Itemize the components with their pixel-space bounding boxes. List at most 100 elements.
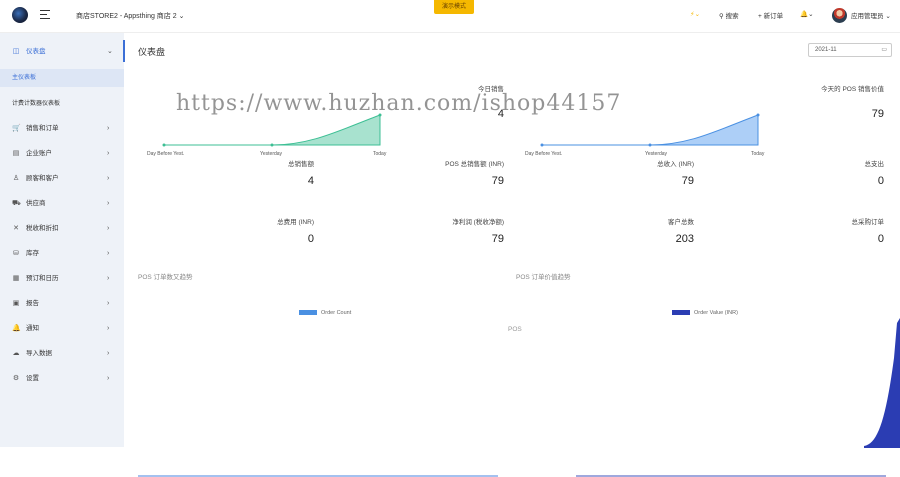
percent-icon: ✕ bbox=[13, 225, 19, 232]
sidebar-item-suppliers[interactable]: ⛟ 供应商 › bbox=[0, 194, 124, 214]
chevron-right-icon: › bbox=[107, 125, 110, 132]
avatar[interactable] bbox=[832, 8, 847, 23]
sidebar-item-customers[interactable]: ♙ 顾客和客户 › bbox=[0, 169, 124, 189]
kpi-label: 总销售额 bbox=[288, 161, 314, 168]
kpi-value: 0 bbox=[877, 175, 884, 187]
lightning-icon[interactable]: ⚡⌄ bbox=[690, 10, 700, 18]
user-menu[interactable]: 应用管理员 ⌄ bbox=[851, 10, 891, 20]
legend-order-value[interactable]: Order Value (INR) bbox=[672, 310, 738, 316]
sidebar-item-label: 预订和日历 bbox=[26, 275, 59, 282]
sidebar-item-accounts[interactable]: ▤ 企业账户 › bbox=[0, 144, 124, 164]
sidebar-sub-billing-dashboard[interactable]: 计费计数器仪表板 bbox=[0, 95, 124, 113]
kpi-label: 总费用 (INR) bbox=[277, 219, 314, 226]
sidebar-item-label: 报告 bbox=[26, 300, 39, 307]
legend-swatch bbox=[672, 310, 690, 316]
sidebar-item-label: 仪表盘 bbox=[26, 48, 46, 55]
x-tick-label: Day Before Yest. bbox=[525, 151, 562, 157]
sparkline-point bbox=[162, 143, 166, 147]
search-icon: ⚲ bbox=[719, 13, 724, 20]
pos-label: POS bbox=[508, 326, 522, 333]
sidebar-item-inventory[interactable]: ⛁ 库存 › bbox=[0, 244, 124, 264]
order-value-area-chart bbox=[864, 318, 900, 448]
kpi-value: 79 bbox=[681, 175, 694, 187]
watermark-text: https://www.huzhan.com/ishop44157 bbox=[176, 91, 622, 116]
sidebar-item-settings[interactable]: ⚙ 设置 › bbox=[0, 369, 124, 389]
search-button[interactable]: ⚲ 搜索 bbox=[719, 10, 739, 20]
store-name: 商店STORE2 - Appsthing 商店 2 bbox=[76, 13, 177, 20]
kpi-value: 4 bbox=[307, 175, 314, 187]
sidebar-item-label: 通知 bbox=[26, 325, 39, 332]
page-title: 仪表盘 bbox=[138, 47, 166, 57]
sidebar-item-label: 企业账户 bbox=[26, 150, 52, 157]
chevron-right-icon: › bbox=[107, 250, 110, 257]
kpi-label: POS 总销售额 (INR) bbox=[445, 161, 504, 168]
sidebar-item-label: 设置 bbox=[26, 375, 39, 382]
sparkline-point bbox=[648, 143, 652, 147]
sparkline-area bbox=[542, 114, 759, 146]
x-tick-label: Day Before Yest. bbox=[147, 151, 184, 157]
chevron-down-icon: ⌄ bbox=[885, 13, 891, 20]
kpi-value: 79 bbox=[491, 233, 504, 245]
cloud-upload-icon: ☁ bbox=[12, 350, 20, 357]
report-icon: ▣ bbox=[12, 300, 20, 307]
app-logo[interactable] bbox=[12, 7, 28, 23]
date-value: 2021-11 bbox=[815, 47, 837, 53]
menu-toggle-icon[interactable] bbox=[40, 10, 50, 19]
today-pos-value-sparkline: Day Before Yest. Yesterday Today bbox=[525, 113, 765, 157]
kpi-label: 总支出 bbox=[864, 161, 885, 168]
order-count-chart-title: POS 订单数又趋势 bbox=[138, 274, 193, 281]
x-tick-label: Today bbox=[751, 151, 765, 157]
legend-label: Order Count bbox=[321, 310, 352, 316]
date-picker[interactable]: 2021-11 ▭ bbox=[808, 43, 892, 57]
sparkline-point bbox=[540, 143, 544, 147]
chevron-down-icon: ⌄ bbox=[178, 13, 185, 20]
sparkline-area bbox=[164, 114, 381, 146]
cart-icon: 🛒 bbox=[12, 125, 21, 132]
calendar-icon: ▦ bbox=[12, 275, 20, 282]
store-selector[interactable]: 商店STORE2 - Appsthing 商店 2 ⌄ bbox=[76, 11, 184, 21]
sparkline-point bbox=[270, 143, 274, 147]
inventory-icon: ⛁ bbox=[13, 250, 19, 257]
dashboard-icon: ◫ bbox=[12, 48, 20, 55]
new-order-label: 新订单 bbox=[763, 13, 784, 20]
user-name: 应用管理员 bbox=[851, 13, 884, 20]
sidebar-item-notifications[interactable]: 🔔 通知 › bbox=[0, 319, 124, 339]
kpi-label: 今天的 POS 销售价值 bbox=[821, 86, 884, 93]
sidebar-item-label: 导入数据 bbox=[26, 350, 52, 357]
sidebar-item-import[interactable]: ☁ 导入数据 › bbox=[0, 344, 124, 364]
sidebar-item-label: 顾客和客户 bbox=[26, 175, 59, 182]
kpi-label: 净利润 (税收净额) bbox=[452, 219, 504, 226]
sidebar-item-label: 税收和折扣 bbox=[26, 225, 59, 232]
sidebar-item-tax[interactable]: ✕ 税收和折扣 › bbox=[0, 219, 124, 239]
sidebar-item-sales[interactable]: 🛒 销售和订单 › bbox=[0, 119, 124, 139]
notification-bell-icon[interactable]: 🔔⌄ bbox=[800, 10, 814, 18]
chevron-right-icon: › bbox=[107, 350, 110, 357]
x-tick-label: Yesterday bbox=[645, 151, 668, 157]
chevron-right-icon: › bbox=[107, 375, 110, 382]
chevron-right-icon: › bbox=[107, 300, 110, 307]
x-tick-label: Today bbox=[373, 151, 387, 157]
kpi-value: 0 bbox=[307, 233, 314, 245]
sidebar-item-reports[interactable]: ▣ 报告 › bbox=[0, 294, 124, 314]
new-order-button[interactable]: + 新订单 bbox=[758, 10, 783, 20]
sidebar-sub-main-dashboard[interactable]: 主仪表板 bbox=[0, 69, 124, 87]
legend-order-count[interactable]: Order Count bbox=[299, 310, 351, 316]
chevron-right-icon: › bbox=[107, 150, 110, 157]
sidebar-item-label: 供应商 bbox=[26, 200, 46, 207]
kpi-label: 总收入 (INR) bbox=[657, 161, 694, 168]
demo-mode-badge: 演示模式 bbox=[434, 0, 474, 14]
chevron-right-icon: › bbox=[107, 200, 110, 207]
kpi-value: 79 bbox=[491, 175, 504, 187]
sparkline-point bbox=[756, 113, 760, 117]
today-sales-sparkline: Day Before Yest. Yesterday Today bbox=[147, 113, 387, 157]
legend-label: Order Value (INR) bbox=[694, 310, 738, 316]
kpi-value: 203 bbox=[675, 233, 694, 245]
sidebar-item-label: 销售和订单 bbox=[26, 125, 59, 132]
gear-icon: ⚙ bbox=[12, 375, 20, 382]
kpi-label: 总采购订单 bbox=[851, 219, 885, 226]
sidebar-item-calendar[interactable]: ▦ 预订和日历 › bbox=[0, 269, 124, 289]
sidebar-item-dashboard[interactable]: ◫ 仪表盘 ⌄ bbox=[0, 42, 124, 62]
truck-icon: ⛟ bbox=[12, 200, 21, 207]
x-tick-label: Yesterday bbox=[260, 151, 283, 157]
chevron-down-icon: ⌄ bbox=[107, 48, 113, 55]
